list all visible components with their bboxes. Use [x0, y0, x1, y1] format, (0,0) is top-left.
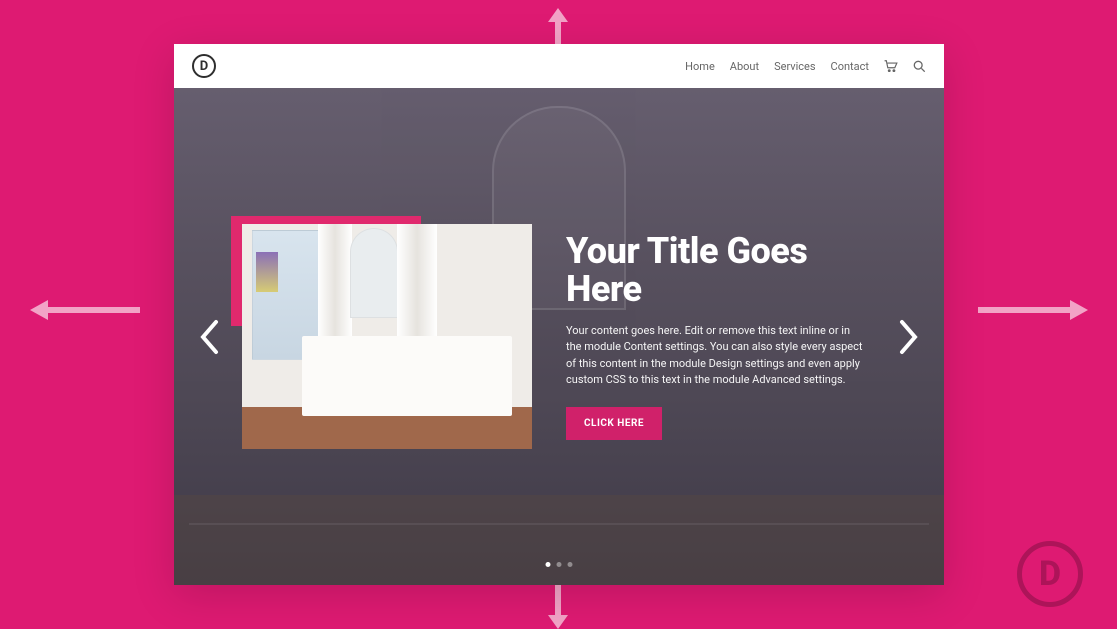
slide-title: Your Title Goes Here	[566, 233, 866, 309]
slider-dot-2[interactable]	[557, 562, 562, 567]
resize-arrow-right-icon	[978, 300, 1088, 320]
slider-dot-3[interactable]	[568, 562, 573, 567]
slide-image-wrap	[242, 224, 532, 449]
main-nav: Home About Services Contact	[685, 60, 926, 73]
slider-dot-1[interactable]	[546, 562, 551, 567]
hero-slider: Your Title Goes Here Your content goes h…	[174, 88, 944, 585]
slide-content: Your Title Goes Here Your content goes h…	[566, 233, 866, 440]
slider-prev-button[interactable]	[198, 319, 220, 355]
watermark-letter: D	[1039, 554, 1061, 594]
nav-link-about[interactable]: About	[730, 60, 759, 73]
nav-link-home[interactable]: Home	[685, 60, 715, 73]
resize-arrow-down-icon	[548, 585, 568, 629]
resize-arrow-left-icon	[30, 300, 140, 320]
nav-link-contact[interactable]: Contact	[831, 60, 869, 73]
page-preview: D Home About Services Contact	[174, 44, 944, 585]
slide-image	[242, 224, 532, 449]
nav-link-services[interactable]: Services	[774, 60, 815, 73]
slider-dots	[546, 562, 573, 567]
cta-button[interactable]: CLICK HERE	[566, 407, 662, 440]
slide-body-text: Your content goes here. Edit or remove t…	[566, 323, 866, 389]
slider-next-button[interactable]	[898, 319, 920, 355]
cart-icon[interactable]	[884, 60, 898, 72]
search-icon[interactable]	[913, 60, 926, 73]
site-header: D Home About Services Contact	[174, 44, 944, 88]
logo[interactable]: D	[192, 54, 216, 78]
divi-watermark-icon: D	[1017, 541, 1083, 607]
slide: Your Title Goes Here Your content goes h…	[174, 88, 944, 585]
logo-letter: D	[200, 59, 208, 74]
